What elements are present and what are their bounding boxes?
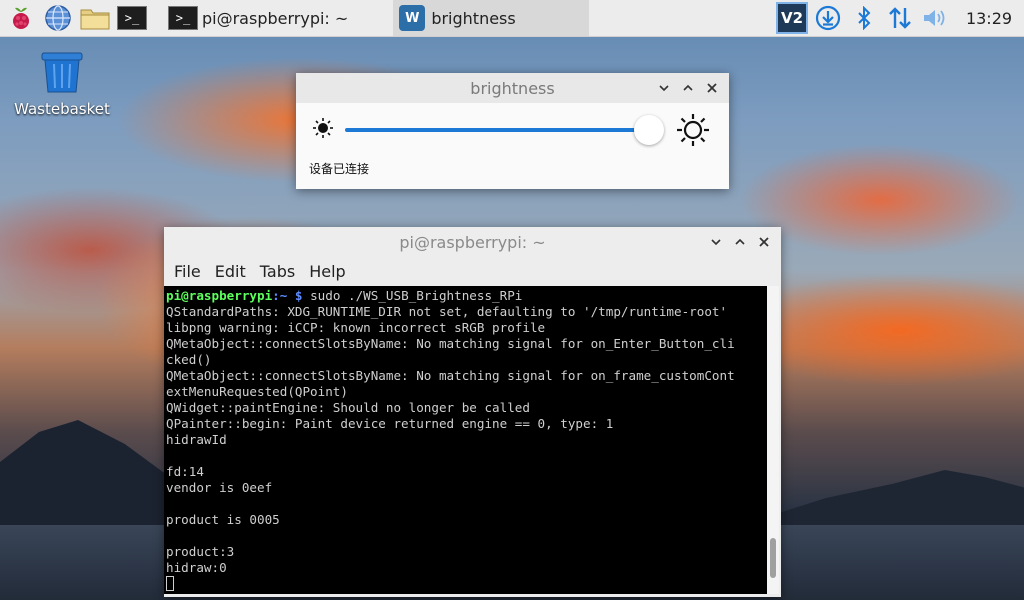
close-button[interactable] [755, 233, 773, 251]
terminal-cursor-line [166, 576, 765, 592]
terminal-line: QMetaObject::connectSlotsByName: No matc… [166, 368, 735, 383]
clock[interactable]: 13:29 [954, 9, 1024, 28]
text-cursor [166, 576, 174, 591]
window-titlebar[interactable]: pi@raspberrypi: ~ [164, 227, 781, 257]
terminal-output[interactable]: pi@raspberrypi:~ $ sudo ./WS_USB_Brightn… [164, 286, 767, 594]
terminal-line: libpng warning: iCCP: known incorrect sR… [166, 320, 546, 335]
terminal-line: hidraw:0 [166, 560, 227, 575]
wastebasket-icon [41, 52, 83, 93]
brightness-panel: 设备已连接 [296, 103, 729, 189]
command-text: sudo ./WS_USB_Brightness_RPi [302, 288, 523, 303]
close-icon [759, 237, 769, 247]
menu-edit[interactable]: Edit [215, 262, 246, 281]
terminal-output-lines: QStandardPaths: XDG_RUNTIME_DIR not set,… [166, 304, 765, 576]
minimize-button[interactable] [707, 233, 725, 251]
terminal-line: fd:14 [166, 464, 204, 479]
network-icon[interactable] [882, 0, 918, 36]
prompt-user: pi@raspberrypi [166, 288, 273, 303]
minimize-button[interactable] [655, 79, 673, 97]
web-browser-icon[interactable] [42, 2, 74, 34]
maximize-button[interactable] [731, 233, 749, 251]
vnc-icon[interactable]: V2 [774, 0, 810, 36]
terminal-line: product is 0005 [166, 512, 280, 527]
desktop-icon-wastebasket[interactable]: Wastebasket [14, 50, 110, 118]
terminal-line: cked() [166, 352, 212, 367]
maximize-button[interactable] [679, 79, 697, 97]
taskbar-task-brightness[interactable]: W brightness [393, 0, 590, 36]
scrollbar-thumb[interactable] [770, 538, 776, 578]
terminal-line: extMenuRequested(QPoint) [166, 384, 348, 399]
menu-help[interactable]: Help [309, 262, 345, 281]
terminal-line: QStandardPaths: XDG_RUNTIME_DIR not set,… [166, 304, 728, 319]
waveshare-app-icon: W [399, 5, 426, 31]
download-icon[interactable] [810, 0, 846, 36]
menu-file[interactable]: File [174, 262, 201, 281]
taskbar: >_ >_ pi@raspberrypi: ~ W brightness V2 [0, 0, 1024, 37]
close-button[interactable] [703, 79, 721, 97]
taskbar-task-label: pi@raspberrypi: ~ [202, 8, 349, 28]
connection-status-text: 设备已连接 [309, 162, 370, 176]
menu-tabs[interactable]: Tabs [260, 262, 295, 281]
taskbar-task-terminal[interactable]: >_ pi@raspberrypi: ~ [162, 0, 354, 36]
prompt-path: :~ $ [272, 288, 303, 303]
terminal-icon: >_ [168, 6, 198, 30]
terminal-launcher-icon[interactable]: >_ [116, 2, 148, 34]
desktop-background: >_ >_ pi@raspberrypi: ~ W brightness V2 [0, 0, 1024, 600]
close-icon [707, 83, 717, 93]
volume-icon[interactable] [918, 0, 954, 36]
window-title: brightness [470, 78, 555, 98]
chevron-up-icon [683, 84, 693, 91]
terminal-window: pi@raspberrypi: ~ File Edit Tabs Help pi… [164, 227, 781, 597]
terminal-line: QWidget::paintEngine: Should no longer b… [166, 400, 530, 415]
chevron-up-icon [735, 238, 745, 245]
terminal-line: QPainter::begin: Paint device returned e… [166, 416, 614, 431]
brightness-window: brightness 设备已连接 [296, 73, 729, 189]
chevron-down-icon [711, 239, 721, 246]
taskbar-task-label: brightness [431, 8, 516, 28]
brightness-slider-handle[interactable] [634, 115, 664, 145]
brightness-slider-track[interactable] [345, 128, 650, 132]
chevron-down-icon [659, 85, 669, 92]
window-title: pi@raspberrypi: ~ [399, 232, 546, 252]
sun-large-icon [677, 114, 709, 146]
window-titlebar[interactable]: brightness [296, 73, 729, 103]
terminal-line: vendor is 0eef [166, 480, 273, 495]
system-tray: V2 13:29 [774, 0, 1024, 36]
bluetooth-icon[interactable] [846, 0, 882, 36]
terminal-line: QMetaObject::connectSlotsByName: No matc… [166, 336, 735, 351]
terminal-prompt-line: pi@raspberrypi:~ $ sudo ./WS_USB_Brightn… [166, 288, 765, 304]
terminal-line: hidrawId [166, 432, 227, 447]
file-manager-icon[interactable] [79, 2, 111, 34]
desktop-icon-label: Wastebasket [14, 100, 110, 118]
terminal-menubar: File Edit Tabs Help [164, 257, 781, 285]
terminal-line: product:3 [166, 544, 235, 559]
raspberry-menu-icon[interactable] [5, 2, 37, 34]
sun-small-icon [313, 118, 333, 138]
terminal-scrollbar[interactable] [767, 286, 779, 594]
